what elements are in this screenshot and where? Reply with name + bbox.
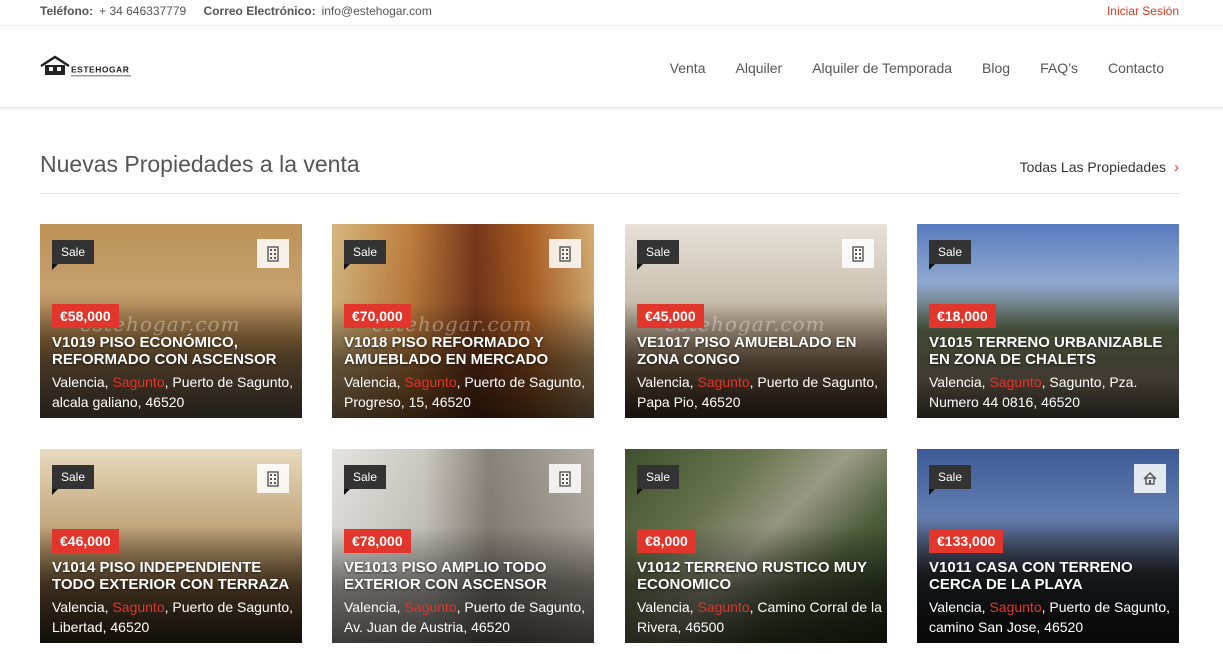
property-address: Valencia, Sagunto, Puerto de Sagunto, Pr… (344, 372, 589, 412)
property-card[interactable]: estehogar.com Sale €70,000 V1018 PISO RE… (332, 224, 594, 418)
property-title[interactable]: VE1017 PISO AMUEBLADO EN ZONA CONGO (637, 334, 882, 368)
property-title[interactable]: V1018 PISO REFORMADO Y AMUEBLADO EN MERC… (344, 334, 589, 368)
chevron-right-icon: › (1174, 158, 1179, 176)
email-value[interactable]: info@estehogar.com (322, 4, 432, 18)
address-city-link[interactable]: Sagunto (112, 599, 164, 615)
main-nav: Venta Alquiler Alquiler de Temporada Blo… (670, 60, 1164, 76)
property-address: Valencia, Sagunto, Puerto de Sagunto, al… (52, 372, 297, 412)
all-properties-label: Todas Las Propiedades (1019, 159, 1166, 175)
logo-text: ESTEHOGAR (71, 65, 129, 75)
address-region: Valencia, (52, 599, 113, 615)
status-badge: Sale (637, 240, 680, 270)
status-badge: Sale (344, 240, 387, 270)
property-card[interactable]: estehogar.com Sale €58,000 V1019 PISO EC… (40, 224, 302, 418)
phone-label: Teléfono: (40, 4, 94, 18)
property-card[interactable]: Sale €18,000 V1015 TERRENO URBANIZABLE E… (917, 224, 1179, 418)
property-title[interactable]: V1012 TERRENO RUSTICO MUY ECONOMICO (637, 559, 882, 593)
address-region: Valencia, (929, 599, 990, 615)
building-icon[interactable] (549, 464, 581, 493)
property-address: Valencia, Sagunto, Sagunto, Pza. Numero … (929, 372, 1174, 412)
all-properties-link[interactable]: Todas Las Propiedades › (1020, 159, 1179, 175)
status-badge: Sale (929, 465, 972, 495)
main-header: ESTEHOGAR Venta Alquiler Alquiler de Tem… (0, 26, 1223, 108)
address-region: Valencia, (344, 599, 405, 615)
address-city-link[interactable]: Sagunto (989, 599, 1041, 615)
property-title[interactable]: V1019 PISO ECONÓMICO, REFORMADO CON ASCE… (52, 334, 297, 368)
address-city-link[interactable]: Sagunto (404, 374, 456, 390)
building-icon[interactable] (257, 464, 289, 493)
login-link[interactable]: Iniciar Sesión (1107, 4, 1179, 18)
address-city-link[interactable]: Sagunto (404, 599, 456, 615)
property-card[interactable]: Sale €78,000 VE1013 PISO AMPLIO TODO EXT… (332, 449, 594, 643)
property-price: €133,000 (929, 529, 1004, 553)
property-price: €58,000 (52, 304, 119, 328)
contact-info: Teléfono: + 34 646337779 Correo Electróni… (40, 4, 446, 18)
property-address: Valencia, Sagunto, Puerto de Sagunto, Av… (344, 597, 589, 637)
address-city-link[interactable]: Sagunto (112, 374, 164, 390)
section-divider (40, 193, 1180, 194)
property-card[interactable]: Sale €46,000 V1014 PISO INDEPENDIENTE TO… (40, 449, 302, 643)
property-card[interactable]: Sale €133,000 V1011 CASA CON TERRENO CER… (917, 449, 1179, 643)
address-city-link[interactable]: Sagunto (697, 599, 749, 615)
house-icon[interactable] (1134, 464, 1166, 493)
address-region: Valencia, (344, 374, 405, 390)
property-address: Valencia, Sagunto, Camino Corral de la R… (637, 597, 882, 637)
property-card[interactable]: Sale €8,000 V1012 TERRENO RUSTICO MUY EC… (625, 449, 887, 643)
top-bar: Teléfono: + 34 646337779 Correo Electróni… (0, 0, 1223, 26)
site-logo[interactable]: ESTEHOGAR (39, 54, 135, 80)
property-address: Valencia, Sagunto, Puerto de Sagunto, ca… (929, 597, 1174, 637)
phone-value[interactable]: + 34 646337779 (99, 4, 186, 18)
status-badge: Sale (52, 465, 95, 495)
property-card[interactable]: estehogar.com Sale €45,000 VE1017 PISO A… (625, 224, 887, 418)
property-address: Valencia, Sagunto, Puerto de Sagunto, Pa… (637, 372, 882, 412)
property-price: €46,000 (52, 529, 119, 553)
property-price: €45,000 (637, 304, 704, 328)
address-city-link[interactable]: Sagunto (697, 374, 749, 390)
building-icon[interactable] (842, 239, 874, 268)
property-price: €70,000 (344, 304, 411, 328)
address-city-link[interactable]: Sagunto (989, 374, 1041, 390)
nav-alquiler[interactable]: Alquiler (736, 60, 783, 76)
nav-faqs[interactable]: FAQ’s (1040, 60, 1078, 76)
property-price: €18,000 (929, 304, 996, 328)
nav-blog[interactable]: Blog (982, 60, 1010, 76)
property-title[interactable]: VE1013 PISO AMPLIO TODO EXTERIOR CON ASC… (344, 559, 589, 593)
building-icon[interactable] (257, 239, 289, 268)
address-region: Valencia, (929, 374, 990, 390)
property-title[interactable]: V1015 TERRENO URBANIZABLE EN ZONA DE CHA… (929, 334, 1174, 368)
status-badge: Sale (344, 465, 387, 495)
address-region: Valencia, (52, 374, 113, 390)
address-region: Valencia, (637, 599, 698, 615)
status-badge: Sale (929, 240, 972, 270)
property-address: Valencia, Sagunto, Puerto de Sagunto, Li… (52, 597, 297, 637)
status-badge: Sale (52, 240, 95, 270)
email-label: Correo Electrónico: (203, 4, 316, 18)
address-region: Valencia, (637, 374, 698, 390)
property-price: €78,000 (344, 529, 411, 553)
property-price: €8,000 (637, 529, 696, 553)
nav-venta[interactable]: Venta (670, 60, 706, 76)
property-title[interactable]: V1014 PISO INDEPENDIENTE TODO EXTERIOR C… (52, 559, 297, 593)
house-logo-icon: ESTEHOGAR (40, 55, 133, 77)
property-title[interactable]: V1011 CASA CON TERRENO CERCA DE LA PLAYA (929, 559, 1174, 593)
section-title: Nuevas Propiedades a la venta (40, 151, 360, 177)
status-badge: Sale (637, 465, 680, 495)
nav-alquiler-temporada[interactable]: Alquiler de Temporada (812, 60, 952, 76)
building-icon[interactable] (549, 239, 581, 268)
nav-contacto[interactable]: Contacto (1108, 60, 1164, 76)
